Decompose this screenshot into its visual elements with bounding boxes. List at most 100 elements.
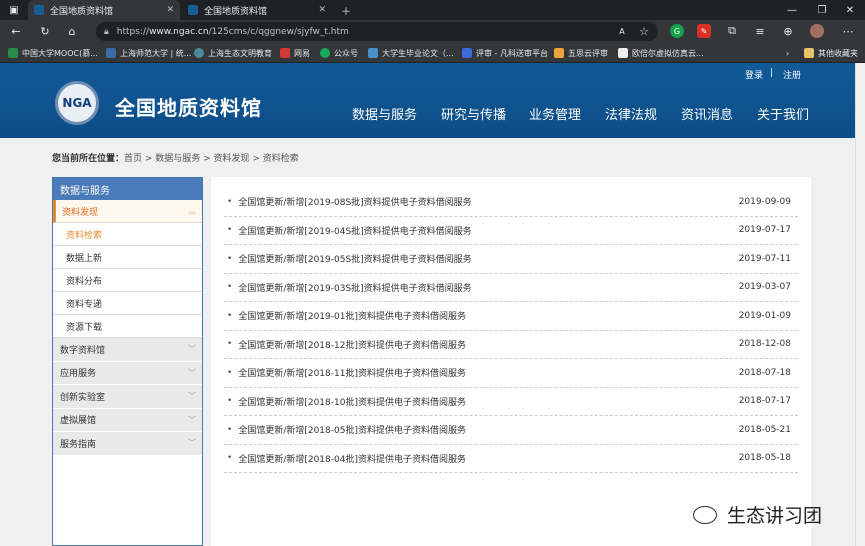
folder-icon xyxy=(804,48,814,58)
new-tab-icon[interactable]: ＋ xyxy=(332,0,360,20)
site-header: NGA 全国地质资料馆 登录 | 注册 数据与服务 研究与传播 业务管理 法律法… xyxy=(0,63,865,138)
bookmark-label: 上海生态文明教育 xyxy=(208,48,272,58)
bullet-icon: • xyxy=(227,339,233,350)
bookmark-item[interactable]: 欧倍尔虚拟仿真云... xyxy=(618,46,704,60)
sidebar-category[interactable]: 创新实验室 ﹀ xyxy=(53,385,202,409)
tab-actions-icon[interactable]: ▣ xyxy=(0,0,28,20)
site-name[interactable]: 全国地质资料馆 xyxy=(115,92,262,121)
login-link[interactable]: 登录 xyxy=(745,68,763,81)
sidebar-item[interactable]: 数据上新 xyxy=(53,246,202,269)
sidebar-category[interactable]: 虚拟展馆 ﹀ xyxy=(53,408,202,432)
nav-data-services[interactable]: 数据与服务 xyxy=(352,104,417,123)
sidebar-item-current[interactable]: 资料检索 xyxy=(53,223,202,246)
list-item[interactable]: • 全国馆更新/新增[2019-04S批]资料提供电子资料借阅服务 2019-07-… xyxy=(224,217,798,245)
bookmark-item[interactable]: 五思云评审 xyxy=(554,46,608,60)
chevron-down-icon: ﹀ xyxy=(188,368,196,378)
other-bookmarks[interactable]: 其他收藏夹 xyxy=(804,46,858,60)
bullet-icon: • xyxy=(227,196,233,207)
favorites-icon[interactable]: ≡ xyxy=(752,23,768,39)
nav-business[interactable]: 业务管理 xyxy=(529,104,581,123)
list-item-title[interactable]: 全国馆更新/新增[2019-08S批]资料提供电子资料借阅服务 xyxy=(238,195,471,208)
bookmark-label: 欧倍尔虚拟仿真云... xyxy=(632,48,704,58)
extensions-icon[interactable]: ⧉ xyxy=(724,23,740,39)
chevron-down-icon: ﹀ xyxy=(188,415,196,425)
list-item[interactable]: • 全国馆更新/新增[2018-11批]资料提供电子资料借阅服务 2018-07-1… xyxy=(224,359,798,388)
profile-avatar[interactable] xyxy=(810,24,824,38)
sidebar-item[interactable]: 资料分布 xyxy=(53,269,202,292)
list-item[interactable]: • 全国馆更新/新增[2019-03S批]资料提供电子资料借阅服务 2019-03-… xyxy=(224,274,798,302)
nav-law[interactable]: 法律法规 xyxy=(605,104,657,123)
bookmark-icon xyxy=(368,48,378,58)
list-item[interactable]: • 全国馆更新/新增[2018-05批]资料提供电子资料借阅服务 2018-05-2… xyxy=(224,416,798,445)
nav-about[interactable]: 关于我们 xyxy=(757,104,809,123)
close-icon[interactable]: ✕ xyxy=(166,5,174,15)
list-item[interactable]: • 全国馆更新/新增[2018-12批]资料提供电子资料借阅服务 2018-12-0… xyxy=(224,331,798,359)
bookmark-item[interactable]: 评审 - 凡科送审平台 xyxy=(462,46,548,60)
reload-icon[interactable]: ↻ xyxy=(37,23,53,39)
bookmark-item[interactable]: 上海生态文明教育 xyxy=(194,46,272,60)
list-item-title[interactable]: 全国馆更新/新增[2019-04S批]资料提供电子资料借阅服务 xyxy=(238,224,471,237)
list-item-title[interactable]: 全国馆更新/新增[2018-11批]资料提供电子资料借阅服务 xyxy=(238,366,466,379)
list-item-date: 2019-07-17 xyxy=(738,225,791,236)
tab-1[interactable]: 全国地质资料馆 ✕ xyxy=(28,0,180,20)
pdf-extension-icon[interactable]: ✎ xyxy=(697,24,711,38)
bookmark-item[interactable]: 中国大学MOOC(慕... xyxy=(8,46,98,60)
favorite-star-icon[interactable]: ☆ xyxy=(636,23,652,39)
sidebar-category[interactable]: 应用服务 ﹀ xyxy=(53,361,202,385)
bookmarks-overflow-icon[interactable]: › xyxy=(786,46,789,60)
sidebar-category[interactable]: 服务指南 ﹀ xyxy=(53,432,202,456)
sidebar-title: 数据与服务 xyxy=(53,178,202,200)
list-item[interactable]: • 全国馆更新/新增[2019-05S批]资料提供电子资料借阅服务 2019-07-… xyxy=(224,245,798,274)
tab-2[interactable]: 全国地质资料馆 ✕ xyxy=(182,0,332,20)
other-bookmarks-label: 其他收藏夹 xyxy=(818,48,858,58)
sidebar: 数据与服务 资料发现 ︿ 资料检索 数据上新 资料分布 资料专递 资源下载 数字… xyxy=(52,177,203,546)
watermark-text: 生态讲习团 xyxy=(727,505,823,527)
bookmark-item[interactable]: 公众号 xyxy=(320,46,358,60)
back-icon[interactable]: ← xyxy=(8,23,24,39)
nav-news[interactable]: 资讯消息 xyxy=(681,104,733,123)
sidebar-item[interactable]: 资料专递 xyxy=(53,292,202,315)
list-item-title[interactable]: 全国馆更新/新增[2019-03S批]资料提供电子资料借阅服务 xyxy=(238,281,471,294)
sidebar-category[interactable]: 数字资料馆 ﹀ xyxy=(53,338,202,362)
bullet-icon: • xyxy=(227,310,233,321)
list-item-title[interactable]: 全国馆更新/新增[2018-10批]资料提供电子资料借阅服务 xyxy=(238,395,466,408)
sidebar-item[interactable]: 资源下载 xyxy=(53,315,202,338)
nav-research[interactable]: 研究与传播 xyxy=(441,104,506,123)
list-item[interactable]: • 全国馆更新/新增[2018-10批]资料提供电子资料借阅服务 2018-07-1… xyxy=(224,388,798,416)
window-close-icon[interactable]: ✕ xyxy=(836,0,864,20)
bullet-icon: • xyxy=(227,282,233,293)
list-item-title[interactable]: 全国馆更新/新增[2019-05S批]资料提供电子资料借阅服务 xyxy=(238,252,471,265)
list-item[interactable]: • 全国馆更新/新增[2019-01批]资料提供电子资料借阅服务 2019-01-0… xyxy=(224,302,798,331)
site-logo[interactable]: NGA xyxy=(55,81,99,125)
bookmark-item[interactable]: 上海师范大学 | 统... xyxy=(106,46,191,60)
list-item-title[interactable]: 全国馆更新/新增[2018-05批]资料提供电子资料借阅服务 xyxy=(238,423,466,436)
read-aloud-icon[interactable]: A xyxy=(614,23,630,39)
more-menu-icon[interactable]: ⋯ xyxy=(840,23,856,39)
bookmark-item[interactable]: 网易 xyxy=(280,46,310,60)
sidebar-section-open[interactable]: 资料发现 ︿ xyxy=(53,200,202,223)
grammarly-extension-icon[interactable]: G xyxy=(670,24,684,38)
bullet-icon: • xyxy=(227,367,233,378)
bookmark-item[interactable]: 大学生毕业论文（... xyxy=(368,46,454,60)
home-icon[interactable]: ⌂ xyxy=(64,23,80,39)
minimize-icon[interactable]: — xyxy=(778,0,806,20)
list-item[interactable]: • 全国馆更新/新增[2018-04批]资料提供电子资料借阅服务 2018-05-1… xyxy=(224,445,798,473)
list-item[interactable]: • 全国馆更新/新增[2019-08S批]资料提供电子资料借阅服务 2019-09-… xyxy=(224,188,798,217)
list-item-title[interactable]: 全国馆更新/新增[2019-01批]资料提供电子资料借阅服务 xyxy=(238,309,466,322)
list-item-date: 2019-09-09 xyxy=(738,196,791,207)
list-item-date: 2018-12-08 xyxy=(738,339,791,350)
wechat-watermark: 生态讲习团 xyxy=(693,501,822,528)
close-icon[interactable]: ✕ xyxy=(318,5,326,15)
page-scrollbar[interactable] xyxy=(855,63,865,546)
list-item-title[interactable]: 全国馆更新/新增[2018-04批]资料提供电子资料借阅服务 xyxy=(238,452,466,465)
list-item-date: 2019-07-11 xyxy=(738,253,791,264)
collections-icon[interactable]: ⊕ xyxy=(780,23,796,39)
sidebar-section-label: 资料发现 xyxy=(62,207,99,218)
url-bar[interactable]: 🔒︎ https:// www.ngac.cn /125cms/c/qggnew… xyxy=(96,22,658,41)
register-link[interactable]: 注册 xyxy=(783,68,801,81)
breadcrumb-path[interactable]: 首页 > 数据与服务 > 资料发现 > 资料检索 xyxy=(124,154,299,164)
maximize-icon[interactable]: ❐ xyxy=(808,0,836,20)
list-item-title[interactable]: 全国馆更新/新增[2018-12批]资料提供电子资料借阅服务 xyxy=(238,338,466,351)
bookmark-label: 网易 xyxy=(294,48,310,58)
wechat-logo-icon xyxy=(693,505,717,524)
